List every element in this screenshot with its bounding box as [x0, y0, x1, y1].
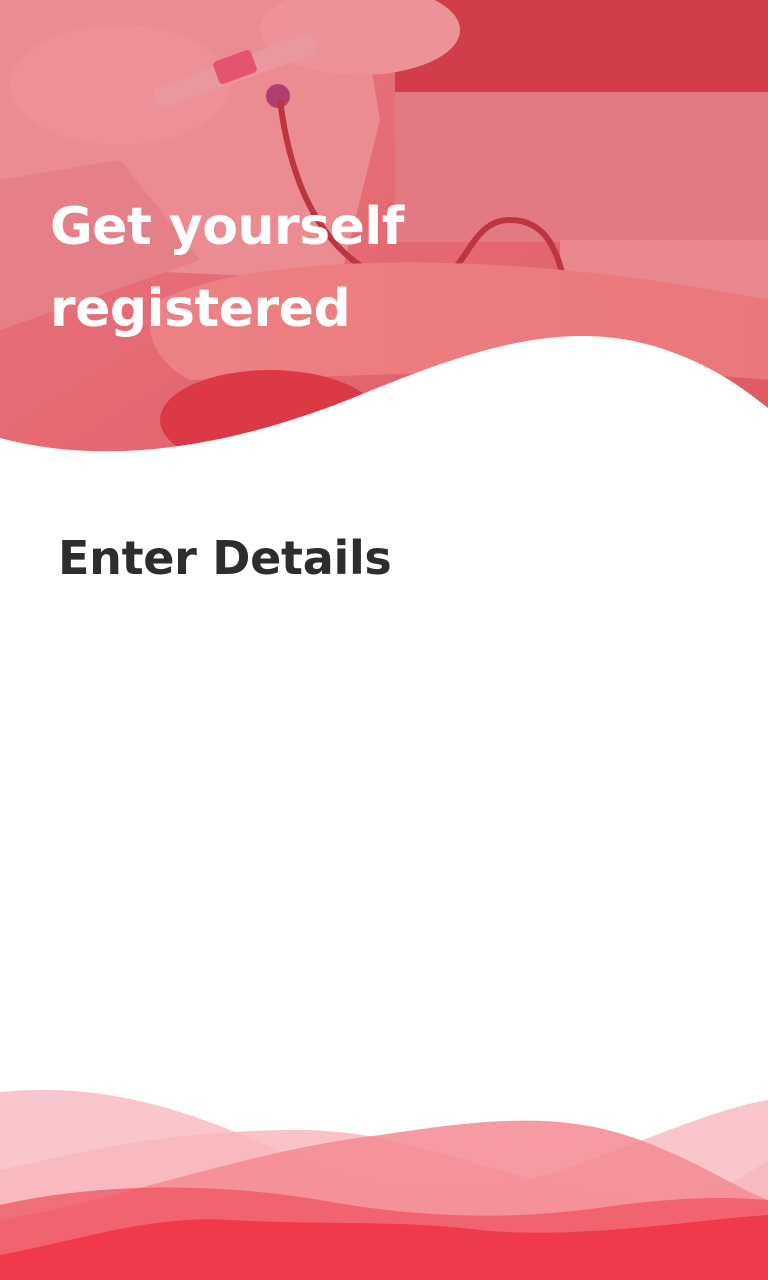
- red-wave-decoration: [0, 1089, 768, 1280]
- page-title-line1: Get yourself: [50, 197, 404, 257]
- header-hero: Get yourself registered: [0, 0, 768, 470]
- section-title: Enter Details: [58, 531, 392, 585]
- page-title: Get yourself registered: [50, 186, 470, 350]
- page-title-line2: registered: [50, 279, 351, 339]
